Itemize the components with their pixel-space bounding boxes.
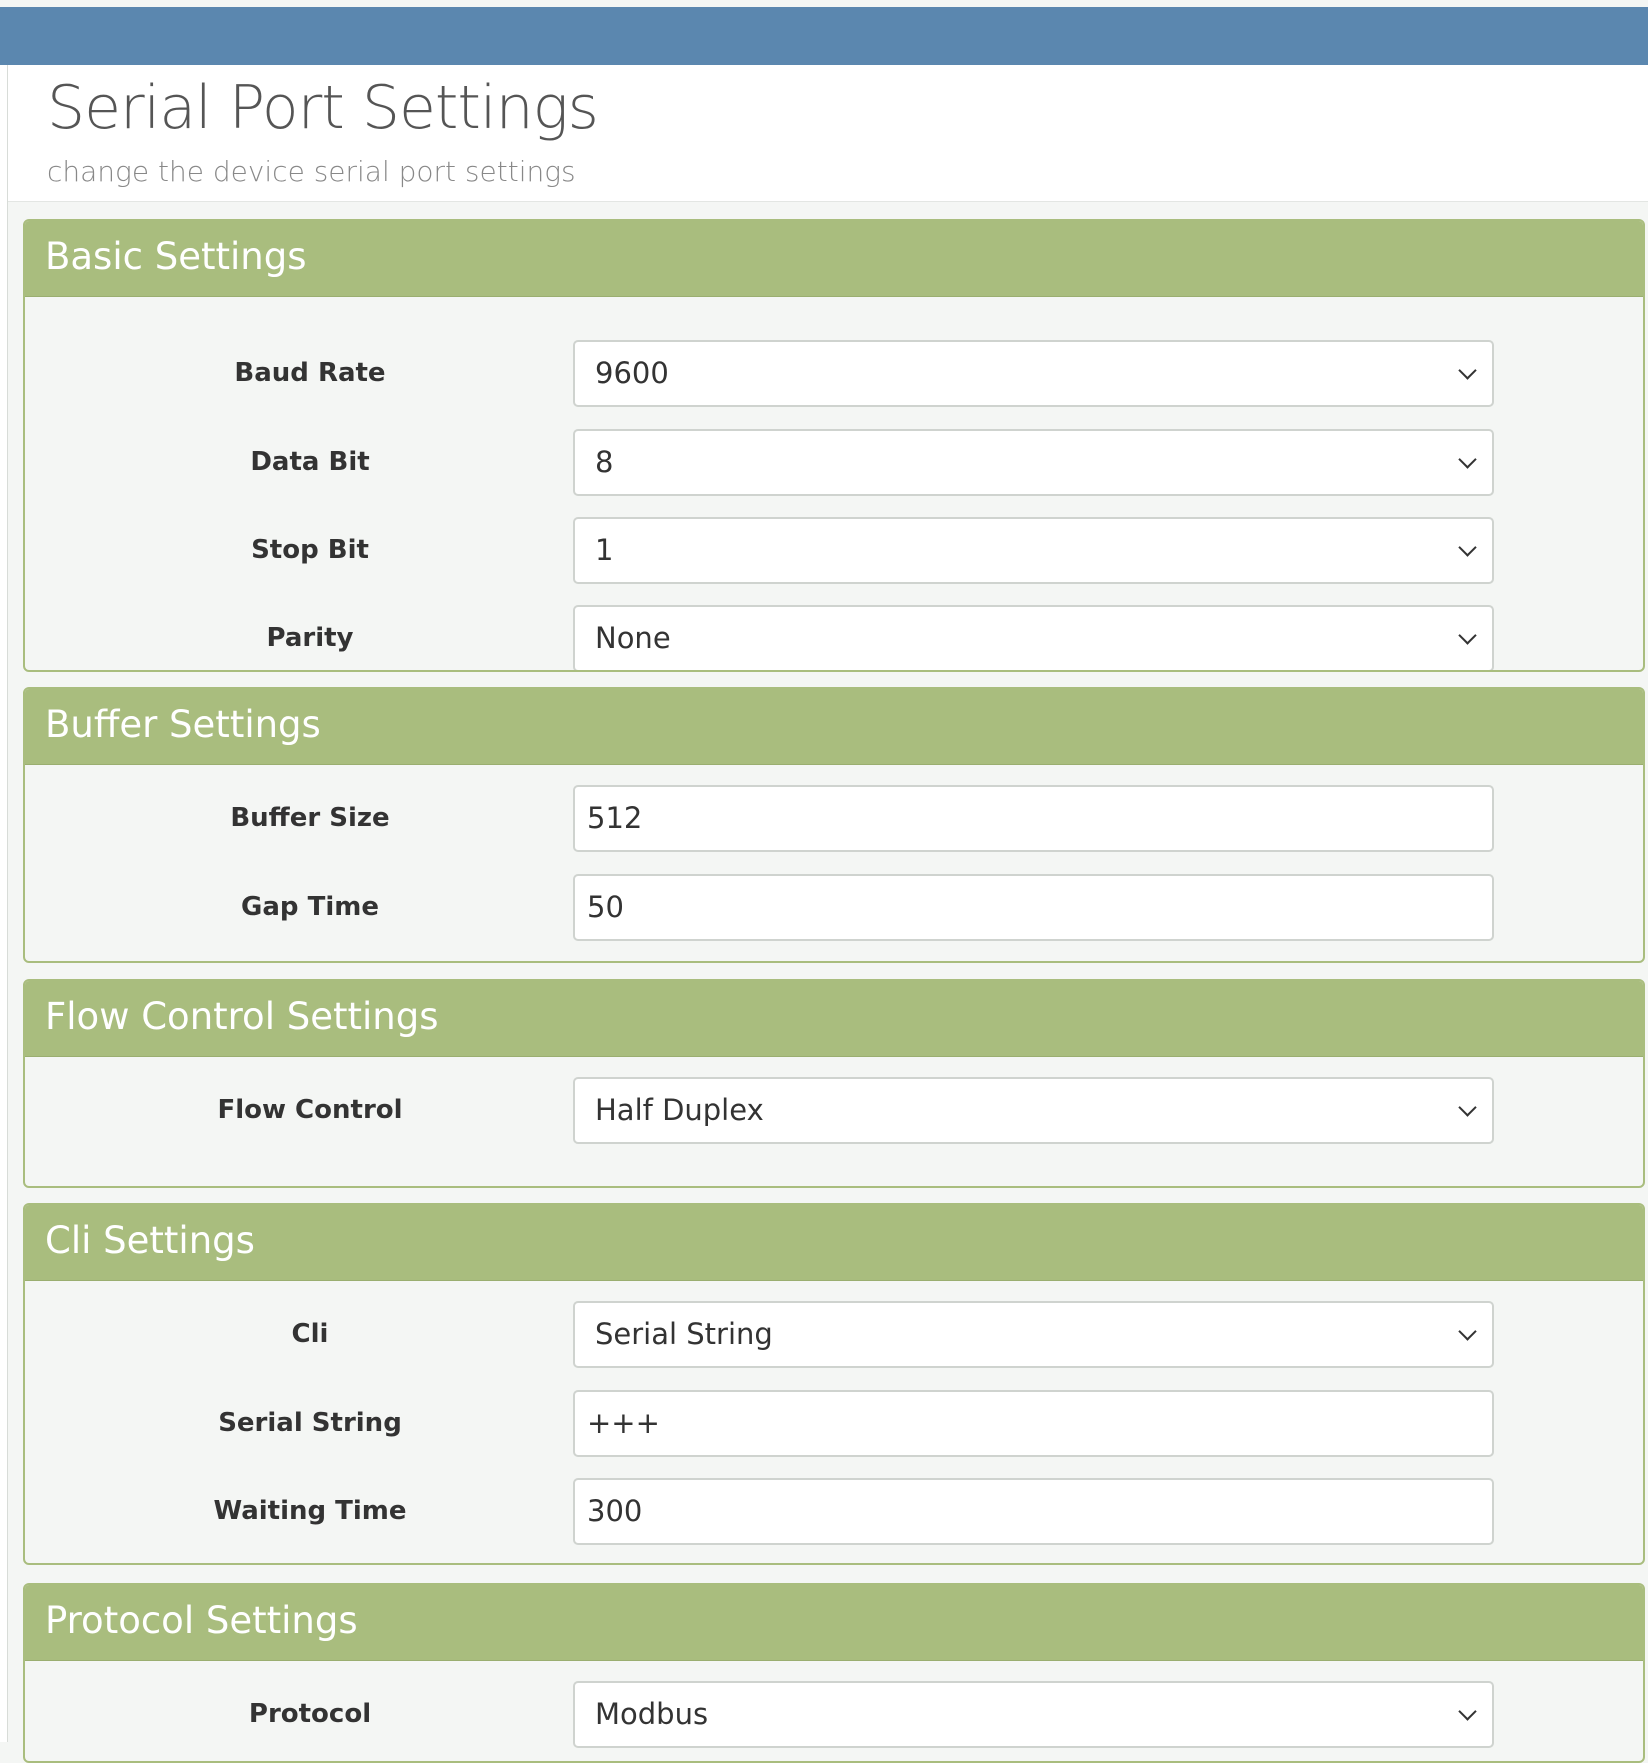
parity-label: Parity — [266, 623, 354, 653]
panel-heading: Basic Settings — [25, 221, 1643, 297]
panel-title: Protocol Settings — [45, 1599, 358, 1642]
page-header: Serial Port Settings change the device s… — [8, 65, 1648, 202]
page-title: Serial Port Settings — [47, 73, 599, 143]
cli-settings-panel: Cli Settings Cli Serial String Serial St… — [23, 1203, 1645, 1565]
chevron-down-icon — [1458, 1098, 1477, 1117]
chevron-down-icon — [1458, 450, 1477, 469]
cli-label: Cli — [291, 1319, 329, 1349]
stop-bit-select[interactable]: 1 — [573, 517, 1494, 584]
gap-time-label: Gap Time — [241, 892, 379, 922]
protocol-value: Modbus — [595, 1697, 709, 1731]
cli-select[interactable]: Serial String — [573, 1301, 1494, 1368]
baud-rate-label: Baud Rate — [234, 358, 386, 388]
buffer-size-value: 512 — [587, 801, 643, 835]
form-row-baud-rate: Baud Rate 9600 — [25, 340, 1643, 407]
form-row-protocol: Protocol Modbus — [25, 1681, 1643, 1748]
panel-heading: Protocol Settings — [25, 1585, 1643, 1661]
serial-string-label: Serial String — [218, 1408, 402, 1438]
protocol-label: Protocol — [248, 1699, 372, 1729]
panel-title: Buffer Settings — [45, 703, 321, 746]
stop-bit-value: 1 — [595, 533, 614, 567]
flow-control-select[interactable]: Half Duplex — [573, 1077, 1494, 1144]
protocol-settings-panel: Protocol Settings Protocol Modbus — [23, 1583, 1645, 1763]
waiting-time-value: 300 — [587, 1494, 643, 1528]
baud-rate-value: 9600 — [595, 356, 669, 390]
gap-time-input[interactable]: 50 — [573, 874, 1494, 941]
panel-heading: Flow Control Settings — [25, 981, 1643, 1057]
buffer-size-label: Buffer Size — [230, 803, 390, 833]
chevron-down-icon — [1458, 1702, 1477, 1721]
data-bit-value: 8 — [595, 445, 614, 479]
page-subtitle: change the device serial port settings — [47, 155, 576, 188]
chevron-down-icon — [1458, 361, 1477, 380]
data-bit-label: Data Bit — [250, 447, 370, 477]
serial-string-input[interactable]: +++ — [573, 1390, 1494, 1457]
top-navbar — [0, 7, 1648, 65]
left-sidebar-edge — [0, 65, 8, 1742]
parity-select[interactable]: None — [573, 605, 1494, 670]
form-row-stop-bit: Stop Bit 1 — [25, 517, 1643, 584]
form-row-cli: Cli Serial String — [25, 1301, 1643, 1368]
baud-rate-select[interactable]: 9600 — [573, 340, 1494, 407]
panel-title: Basic Settings — [45, 235, 307, 278]
form-row-parity: Parity None — [25, 605, 1643, 670]
chevron-down-icon — [1458, 626, 1477, 645]
panel-heading: Cli Settings — [25, 1205, 1643, 1281]
chevron-down-icon — [1458, 1322, 1477, 1341]
flow-control-value: Half Duplex — [595, 1093, 764, 1127]
form-row-flow-control: Flow Control Half Duplex — [25, 1077, 1643, 1144]
panel-heading: Buffer Settings — [25, 689, 1643, 765]
form-row-waiting-time: Waiting Time 300 — [25, 1478, 1643, 1545]
buffer-settings-panel: Buffer Settings Buffer Size 512 Gap Time… — [23, 687, 1645, 963]
chevron-down-icon — [1458, 538, 1477, 557]
waiting-time-input[interactable]: 300 — [573, 1478, 1494, 1545]
data-bit-select[interactable]: 8 — [573, 429, 1494, 496]
waiting-time-label: Waiting Time — [213, 1496, 407, 1526]
cli-value: Serial String — [595, 1317, 773, 1351]
form-row-data-bit: Data Bit 8 — [25, 429, 1643, 496]
protocol-select[interactable]: Modbus — [573, 1681, 1494, 1748]
parity-value: None — [595, 621, 671, 655]
panel-title: Cli Settings — [45, 1219, 255, 1262]
buffer-size-input[interactable]: 512 — [573, 785, 1494, 852]
flow-control-settings-panel: Flow Control Settings Flow Control Half … — [23, 979, 1645, 1188]
form-row-gap-time: Gap Time 50 — [25, 874, 1643, 941]
form-row-serial-string: Serial String +++ — [25, 1390, 1643, 1457]
form-row-buffer-size: Buffer Size 512 — [25, 785, 1643, 852]
basic-settings-panel: Basic Settings Baud Rate 9600 Data Bit 8… — [23, 219, 1645, 672]
stop-bit-label: Stop Bit — [251, 535, 369, 565]
panel-title: Flow Control Settings — [45, 995, 439, 1038]
serial-string-value: +++ — [587, 1406, 660, 1440]
flow-control-label: Flow Control — [217, 1095, 403, 1125]
gap-time-value: 50 — [587, 890, 624, 924]
